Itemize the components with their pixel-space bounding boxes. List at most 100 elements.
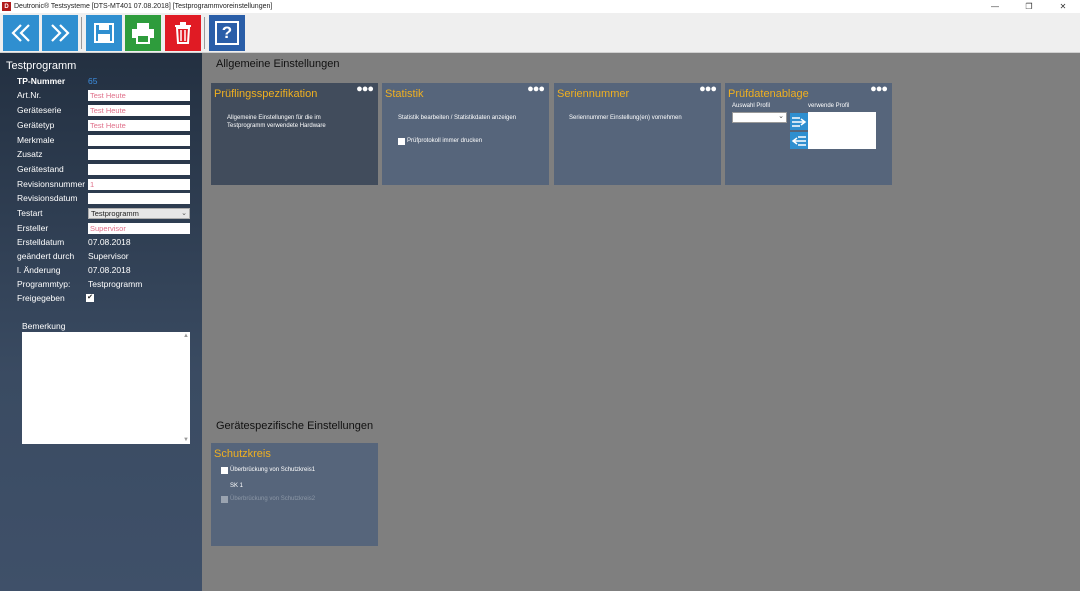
- field-label: Zusatz: [17, 149, 43, 159]
- close-button[interactable]: ✕: [1046, 0, 1080, 13]
- freigegeben-checkbox[interactable]: ✔: [86, 294, 94, 302]
- field-merkmale: Merkmale: [0, 134, 202, 148]
- field-letzte-aenderung: l. Änderung 07.08.2018: [0, 264, 202, 278]
- help-button[interactable]: ?: [209, 15, 245, 51]
- field-ersteller: Ersteller Supervisor: [0, 222, 202, 236]
- testart-select[interactable]: Testprogramm ⌄: [88, 208, 190, 219]
- bemerkung-label: Bemerkung: [22, 321, 66, 331]
- ersteller-input[interactable]: Supervisor: [88, 223, 190, 234]
- card-description: Seriennummer Einstellung(en) vornehmen: [569, 115, 682, 121]
- chevron-down-icon: ⌄: [778, 113, 784, 120]
- auswahl-profil-label: Auswahl Profil: [732, 103, 771, 109]
- card-title: Schutzkreis: [214, 448, 271, 460]
- toolbar-separator: [81, 17, 82, 49]
- window-title: Deutronic® Testsysteme [DTS-MT401 07.08.…: [14, 3, 273, 10]
- save-button[interactable]: [86, 15, 122, 51]
- scroll-up-icon[interactable]: ▲: [183, 333, 189, 339]
- field-revisionsnummer: Revisionsnummer 1: [0, 178, 202, 192]
- print-button[interactable]: [125, 15, 161, 51]
- printer-icon: [132, 23, 154, 44]
- card-title: Statistik: [385, 88, 424, 100]
- double-chevron-right-icon: [51, 24, 70, 42]
- chevron-down-icon: ⌄: [181, 210, 187, 217]
- more-options-icon[interactable]: ●●●: [870, 83, 888, 95]
- field-label: Gerätetyp: [17, 120, 55, 130]
- schutzkreis1-checkbox[interactable]: [221, 467, 228, 474]
- pruefprotokoll-checkbox[interactable]: [398, 138, 405, 145]
- field-label: Revisionsnummer: [17, 179, 86, 189]
- field-label: Gerätestand: [17, 164, 64, 174]
- sidebar-title: Testprogramm: [6, 60, 77, 72]
- card-statistik[interactable]: Statistik ●●● Statistik bearbeiten / Sta…: [382, 83, 549, 185]
- card-title: Seriennummer: [557, 88, 630, 100]
- auswahl-profil-select[interactable]: ⌄: [732, 112, 787, 123]
- card-prueflingsspezifikation[interactable]: Prüflingsspezifikation ●●● Allgemeine Ei…: [211, 83, 378, 185]
- title-bar: D Deutronic® Testsysteme [DTS-MT401 07.0…: [0, 0, 1080, 13]
- window-controls: — ❐ ✕: [978, 0, 1080, 13]
- checkbox-label: Überbrückung von Schutzkreis2: [230, 496, 316, 502]
- field-programmtyp: Programmtyp: Testprogramm: [0, 278, 202, 292]
- more-options-icon[interactable]: ●●●: [699, 83, 717, 95]
- field-art-nr: Art.Nr. Test Heute: [0, 89, 202, 103]
- merkmale-input[interactable]: [88, 135, 190, 146]
- field-freigegeben: Freigegeben ✔: [0, 292, 202, 306]
- zusatz-input[interactable]: [88, 149, 190, 160]
- card-pruefdatenablage[interactable]: Prüfdatenablage ●●● Auswahl Profil verwe…: [725, 83, 892, 185]
- field-geraetestand: Gerätestand: [0, 163, 202, 177]
- field-geaendert-durch: geändert durch Supervisor: [0, 250, 202, 264]
- card-seriennummer[interactable]: Seriennummer ●●● Seriennummer Einstellun…: [554, 83, 721, 185]
- scroll-down-icon[interactable]: ▼: [183, 437, 189, 443]
- geraeteserie-input[interactable]: Test Heute: [88, 105, 190, 116]
- add-profile-button[interactable]: [790, 113, 808, 130]
- programmtyp-value: Testprogramm: [88, 279, 143, 289]
- field-label: Erstelldatum: [17, 237, 65, 247]
- help-icon: ?: [215, 21, 239, 45]
- geraetestand-input[interactable]: [88, 164, 190, 175]
- delete-button[interactable]: [165, 15, 201, 51]
- field-testart: Testart Testprogramm ⌄: [0, 207, 202, 221]
- schutzkreis2-checkbox[interactable]: [221, 496, 228, 503]
- trash-icon: [175, 22, 191, 44]
- field-label: Art.Nr.: [17, 90, 42, 100]
- art-nr-input[interactable]: Test Heute: [88, 90, 190, 101]
- back-button[interactable]: [3, 15, 39, 51]
- verwende-profil-list[interactable]: [808, 112, 876, 149]
- more-options-icon[interactable]: ●●●: [356, 83, 374, 95]
- card-description: Allgemeine Einstellungen für die im Test…: [227, 115, 326, 129]
- toolbar-separator: [204, 17, 205, 49]
- letzte-aenderung-value: 07.08.2018: [88, 265, 131, 275]
- field-label: Geräteserie: [17, 105, 62, 115]
- forward-button[interactable]: [42, 15, 78, 51]
- section-title-geraetespezifisch: Gerätespezifische Einstellungen: [216, 420, 374, 432]
- remove-profile-button[interactable]: [790, 132, 808, 149]
- field-label: geändert durch: [17, 251, 75, 261]
- field-label: Programmtyp:: [17, 279, 71, 289]
- minimize-button[interactable]: —: [978, 0, 1012, 13]
- field-geraetetyp: Gerätetyp Test Heute: [0, 119, 202, 133]
- revisionsnummer-input[interactable]: 1: [88, 179, 190, 190]
- field-tp-nummer: TP-Nummer 65: [0, 75, 202, 89]
- field-zusatz: Zusatz: [0, 148, 202, 162]
- tp-nummer-value: 65: [88, 76, 98, 86]
- card-title: Prüfdatenablage: [728, 88, 809, 100]
- revisionsdatum-input[interactable]: [88, 193, 190, 204]
- bemerkung-textarea[interactable]: ▲ ▼: [22, 332, 190, 444]
- double-chevron-left-icon: [11, 24, 30, 42]
- maximize-button[interactable]: ❐: [1012, 0, 1046, 13]
- field-label: Merkmale: [17, 135, 55, 145]
- geaendert-durch-value: Supervisor: [88, 251, 129, 261]
- card-description: Statistik bearbeiten / Statistikdaten an…: [398, 115, 517, 121]
- arrow-right-list-icon: [792, 116, 807, 127]
- checkbox-label: Prüfprotokoll immer drucken: [407, 138, 483, 144]
- save-icon: [94, 23, 114, 43]
- testart-value: Testprogramm: [91, 209, 139, 218]
- checkbox-label: Überbrückung von Schutzkreis1: [230, 467, 316, 473]
- field-erstelldatum: Erstelldatum 07.08.2018: [0, 236, 202, 250]
- card-schutzkreis[interactable]: Schutzkreis Überbrückung von Schutzkreis…: [211, 443, 378, 546]
- sidebar: Testprogramm TP-Nummer 65 Art.Nr. Test H…: [0, 53, 202, 591]
- field-revisionsdatum: Revisionsdatum: [0, 192, 202, 206]
- geraetetyp-input[interactable]: Test Heute: [88, 120, 190, 131]
- more-options-icon[interactable]: ●●●: [527, 83, 545, 95]
- field-label: Revisionsdatum: [17, 193, 78, 203]
- app-logo-icon: D: [2, 2, 11, 11]
